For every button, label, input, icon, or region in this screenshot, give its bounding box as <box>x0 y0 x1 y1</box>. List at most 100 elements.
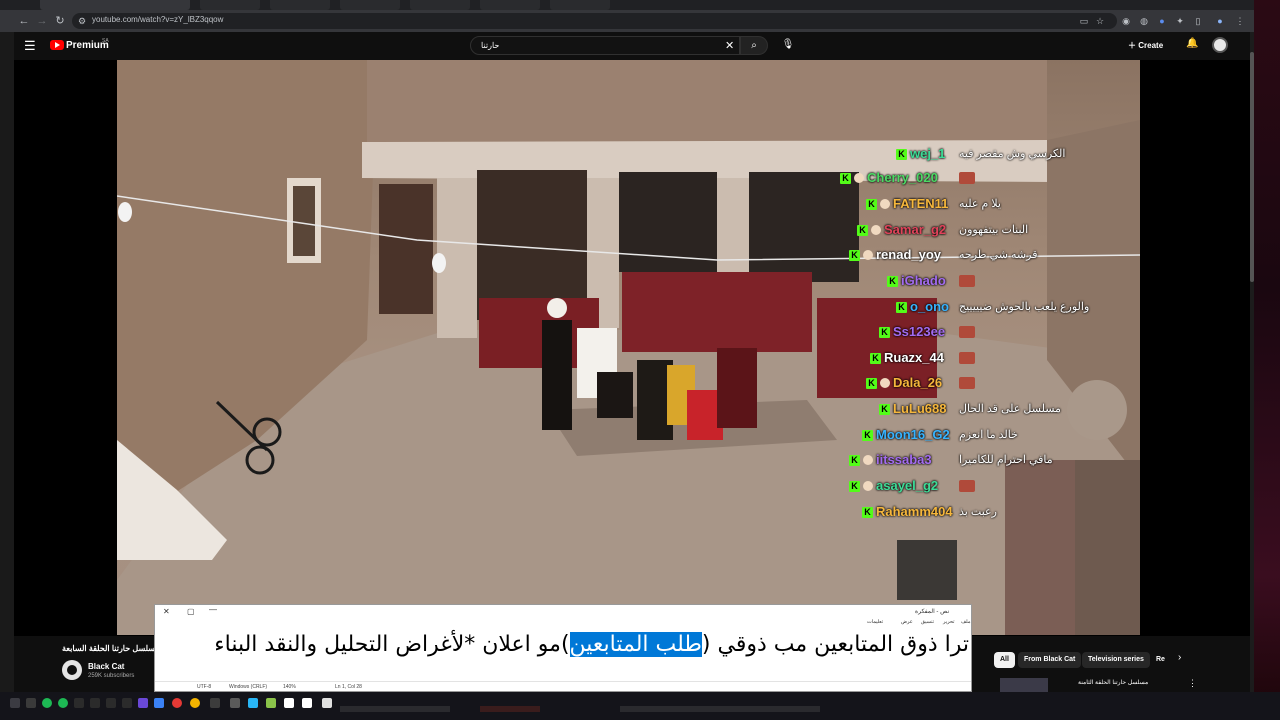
extension-icon[interactable]: ● <box>1156 15 1168 27</box>
chat-message: Krenad_yoy قرشه شي طرحه <box>840 245 1120 265</box>
user-badge-icon <box>863 481 873 491</box>
desktop-wallpaper-edge <box>1254 0 1280 720</box>
app-icon[interactable] <box>284 698 294 708</box>
extensions-puzzle-icon[interactable]: ✦ <box>1174 15 1186 27</box>
extension-icon[interactable]: ◉ <box>1120 15 1132 27</box>
recommendation-thumbnail[interactable] <box>1000 678 1048 692</box>
menu-file[interactable]: ملف <box>961 619 971 625</box>
spotify-icon[interactable] <box>42 698 52 708</box>
kick-badge-icon: K <box>862 507 873 518</box>
forward-icon[interactable]: → <box>34 13 50 29</box>
cast-icon[interactable]: ▭ <box>1078 15 1090 27</box>
emote-icon <box>959 480 975 492</box>
app-icon[interactable] <box>302 698 312 708</box>
app-icon[interactable] <box>230 698 240 708</box>
close-icon[interactable]: ✕ <box>163 607 170 616</box>
chevron-right-icon[interactable]: › <box>1178 652 1181 663</box>
app-icon[interactable] <box>138 698 148 708</box>
chat-text: رعبت بذ <box>959 506 997 518</box>
channel-name[interactable]: Black Cat <box>88 662 124 671</box>
tab[interactable] <box>480 0 540 10</box>
app-icon[interactable] <box>210 698 220 708</box>
tab[interactable] <box>550 0 610 10</box>
notepad-text-area[interactable]: ترا ذوق المتابعين مب ذوقي (طلب المتابعين… <box>214 631 969 659</box>
tab[interactable] <box>410 0 470 10</box>
app-icon[interactable] <box>122 698 132 708</box>
windows-taskbar <box>0 692 1280 720</box>
reload-icon[interactable]: ↻ <box>52 13 68 29</box>
tab[interactable] <box>340 0 400 10</box>
tab[interactable] <box>200 0 260 10</box>
hamburger-menu-icon[interactable]: ☰ <box>24 39 38 53</box>
address-bar[interactable]: ⚙ youtube.com/watch?v=zY_lBZ3qqow ▭ ☆ <box>72 13 1117 29</box>
tab-active[interactable] <box>40 0 190 10</box>
youtube-logo-icon[interactable] <box>50 40 64 50</box>
more-options-icon[interactable]: ⋮ <box>1188 678 1197 689</box>
taskbar-window-previews[interactable] <box>480 706 540 712</box>
app-icon[interactable] <box>106 698 116 708</box>
chat-message: K Samar_g2 البنات بيتفهوون <box>840 220 1120 240</box>
youtube-masthead: ☰ Premium SA حارتنا ✕ ⌕ 🎙 ＋ Create 🔔 <box>14 32 1250 60</box>
bookmark-star-icon[interactable]: ☆ <box>1094 15 1106 27</box>
clear-search-icon[interactable]: ✕ <box>725 39 734 52</box>
chat-message: K Dala_26 <box>840 373 1120 393</box>
chat-username: iitssaba3 <box>876 452 932 467</box>
menu-help[interactable]: تعليمات <box>867 619 883 625</box>
taskbar-window-previews[interactable] <box>340 706 450 712</box>
chip-television-series[interactable]: Television series <box>1082 652 1150 668</box>
emote-icon <box>959 275 975 287</box>
side-panel-icon[interactable]: ▯ <box>1192 15 1204 27</box>
create-button[interactable]: ＋ Create <box>1128 38 1163 54</box>
chat-message: K Ruazx_44 <box>840 348 1120 368</box>
profile-icon[interactable]: ● <box>1214 15 1226 27</box>
app-icon[interactable] <box>266 698 276 708</box>
status-encoding: UTF-8 <box>197 684 212 690</box>
chat-message: Kasayel_g2 <box>840 476 1120 496</box>
chat-username: FATEN11 <box>893 196 949 211</box>
notifications-bell-icon[interactable]: 🔔 <box>1186 38 1198 49</box>
voice-search-icon[interactable]: 🎙 <box>780 37 796 53</box>
minimize-icon[interactable]: — <box>209 605 217 614</box>
account-avatar[interactable] <box>1212 37 1228 53</box>
menu-kebab-icon[interactable]: ⋮ <box>1234 15 1246 27</box>
kick-badge-icon: K <box>879 404 890 415</box>
tab[interactable] <box>270 0 330 10</box>
search-button[interactable]: ⌕ <box>740 36 768 55</box>
emote-icon <box>959 377 975 389</box>
kick-badge-icon: K <box>866 199 877 210</box>
chip-next[interactable]: Re <box>1150 652 1171 668</box>
app-icon[interactable] <box>248 698 258 708</box>
start-icon[interactable] <box>10 698 20 708</box>
chat-username: wej_1 <box>910 146 946 161</box>
scrollbar-thumb[interactable] <box>1250 52 1254 282</box>
spotify-icon[interactable] <box>58 698 68 708</box>
site-info-icon[interactable]: ⚙ <box>76 15 88 27</box>
recommendation-title[interactable]: مسلسل حارتنا الحلقة الثامنة <box>1078 679 1148 686</box>
chat-text: مسلسل على قد الحال <box>959 403 1061 415</box>
app-icon[interactable] <box>154 698 164 708</box>
extension-icon[interactable]: ◍ <box>1138 15 1150 27</box>
chat-message: Ko_ono والورع يلعب بالحوش ضيييييج <box>840 297 1120 317</box>
maximize-icon[interactable]: ▢ <box>187 607 195 616</box>
app-icon[interactable] <box>74 698 84 708</box>
chrome-icon[interactable] <box>190 698 200 708</box>
chip-all[interactable]: All <box>994 652 1015 668</box>
app-icon[interactable] <box>90 698 100 708</box>
back-icon[interactable]: ← <box>16 13 32 29</box>
channel-avatar[interactable] <box>62 660 82 680</box>
chip-from-channel[interactable]: From Black Cat <box>1018 652 1082 668</box>
app-icon[interactable] <box>26 698 36 708</box>
menu-view[interactable]: عرض <box>901 619 913 625</box>
notepad-window[interactable]: ✕ ▢ — نص - المفكرة ملف تحرير تنسيق عرض ت… <box>154 604 972 692</box>
app-icon[interactable] <box>172 698 182 708</box>
menu-format[interactable]: تنسيق <box>921 619 934 625</box>
chat-username: o_ono <box>910 299 949 314</box>
chat-message: K LuLu688 مسلسل على قد الحال <box>840 399 1120 419</box>
subscriber-count: 259K subscribers <box>88 673 135 679</box>
chat-message: K Ss123ee <box>840 322 1120 342</box>
menu-edit[interactable]: تحرير <box>943 619 955 625</box>
taskbar-window-previews[interactable] <box>620 706 820 712</box>
app-icon[interactable] <box>322 698 332 708</box>
page-scrollbar[interactable] <box>1250 32 1254 692</box>
search-input[interactable]: حارتنا ✕ <box>470 36 740 55</box>
